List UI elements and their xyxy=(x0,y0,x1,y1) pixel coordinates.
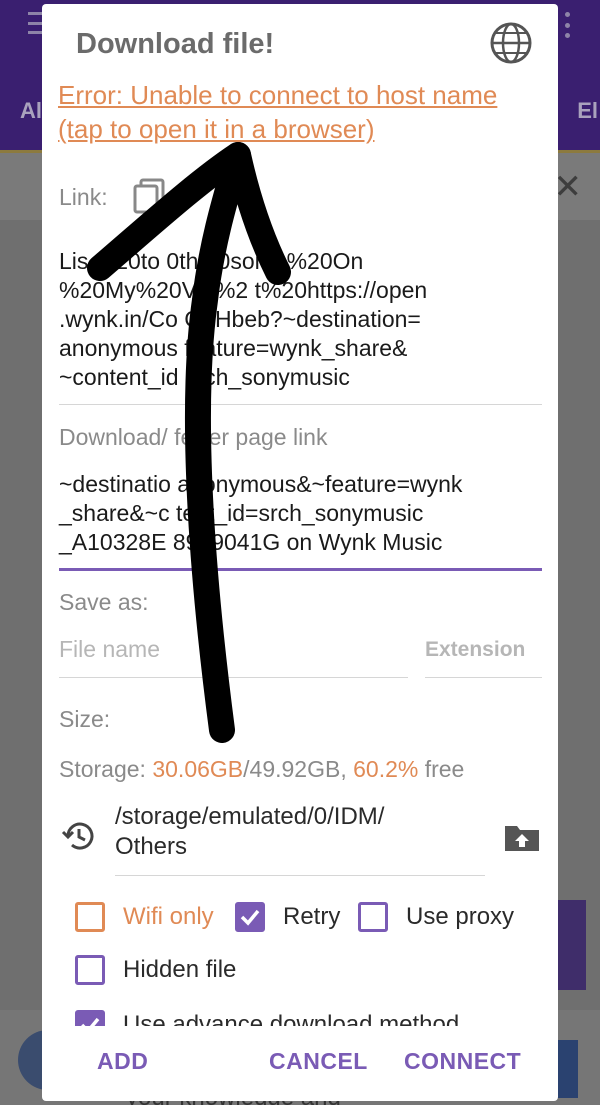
check-icon xyxy=(81,1017,100,1026)
save-as-label: Save as: xyxy=(59,589,149,615)
hidden-file-box xyxy=(75,955,105,985)
copy-icon[interactable] xyxy=(132,178,166,214)
dialog-actions: ADD CANCEL CONNECT xyxy=(42,1044,558,1088)
storage-info: Storage: 30.06GB/49.92GB, 60.2% free xyxy=(59,756,464,783)
referrer-line: _share&~c tent_id=srch_sonymusic xyxy=(59,500,424,526)
extension-input[interactable]: Extension xyxy=(425,638,525,662)
path-line-1: /storage/emulated/0/IDM/ xyxy=(115,803,385,830)
use-proxy-checkbox[interactable]: Use proxy xyxy=(358,902,514,932)
storage-total: /49.92GB, xyxy=(243,756,354,782)
wifi-only-box xyxy=(75,902,105,932)
advanced-method-box xyxy=(75,1010,105,1026)
advanced-method-row-clipped: Use advance download method xyxy=(42,1004,558,1026)
error-line-2: (tap to open it in a browser) xyxy=(58,114,375,144)
background-tab-right: El xyxy=(577,98,598,123)
wifi-only-label: Wifi only xyxy=(123,903,214,930)
link-line: %20My%20V y%2 t%20https://open xyxy=(59,277,428,303)
referrer-line: ~destinatio anonymous&~feature=wynk xyxy=(59,471,463,497)
download-dialog: Download file! Error: Unable to connect … xyxy=(42,4,558,1101)
link-line: .wynk.in/Co GbHbeb?~destination= xyxy=(59,306,421,332)
retry-label: Retry xyxy=(283,903,341,930)
link-line: anonymous feature=wynk_share& xyxy=(59,335,408,361)
retry-box xyxy=(235,902,265,932)
link-line: Lis %20to 0th 20song:%20On xyxy=(59,248,364,274)
use-proxy-box xyxy=(358,902,388,932)
link-divider xyxy=(59,404,542,405)
background-tab-left: Al xyxy=(20,98,42,123)
error-line-1: Error: Unable to connect to host name xyxy=(58,80,498,110)
advanced-method-label: Use advance download method xyxy=(123,1011,460,1026)
globe-icon[interactable] xyxy=(488,20,534,66)
add-button[interactable]: ADD xyxy=(97,1048,148,1075)
size-label: Size: xyxy=(59,706,111,732)
extension-underline xyxy=(425,677,542,678)
cancel-button[interactable]: CANCEL xyxy=(269,1048,368,1075)
download-path[interactable]: /storage/emulated/0/IDM/ Others xyxy=(115,802,445,862)
path-underline xyxy=(115,875,485,876)
referrer-value[interactable]: ~destinatio anonymous&~feature=wynk _sha… xyxy=(59,470,539,557)
link-line: ~content_id srch_sonymusic xyxy=(59,364,350,390)
referrer-underline xyxy=(59,568,542,571)
referrer-label: Download/ ferrer page link xyxy=(59,424,328,450)
file-name-input[interactable]: File name xyxy=(59,636,160,663)
connect-button[interactable]: CONNECT xyxy=(404,1048,521,1075)
advanced-method-checkbox[interactable]: Use advance download method xyxy=(75,1010,459,1026)
referrer-line: _A10328E 8969041G on Wynk Music xyxy=(59,529,443,555)
link-value[interactable]: Lis %20to 0th 20song:%20On %20My%20V y%2… xyxy=(59,247,539,392)
storage-percent: 60.2% xyxy=(353,756,419,782)
hidden-file-label: Hidden file xyxy=(123,956,237,983)
storage-suffix: free xyxy=(418,756,465,782)
folder-upload-icon[interactable] xyxy=(504,822,540,852)
storage-used: 30.06GB xyxy=(152,756,244,782)
file-name-underline xyxy=(59,677,408,678)
retry-checkbox[interactable]: Retry xyxy=(235,902,340,932)
dialog-title: Download file! xyxy=(76,28,275,60)
use-proxy-label: Use proxy xyxy=(406,903,515,930)
hidden-file-checkbox[interactable]: Hidden file xyxy=(75,955,236,985)
link-label: Link: xyxy=(59,184,108,210)
path-line-2: Others xyxy=(115,833,188,860)
more-icon xyxy=(564,12,570,38)
check-icon xyxy=(240,909,260,926)
wifi-only-checkbox[interactable]: Wifi only xyxy=(75,902,214,932)
error-open-in-browser-link[interactable]: Error: Unable to connect to host name (t… xyxy=(58,78,538,146)
storage-prefix: Storage: xyxy=(59,756,153,782)
history-icon[interactable] xyxy=(60,818,96,854)
